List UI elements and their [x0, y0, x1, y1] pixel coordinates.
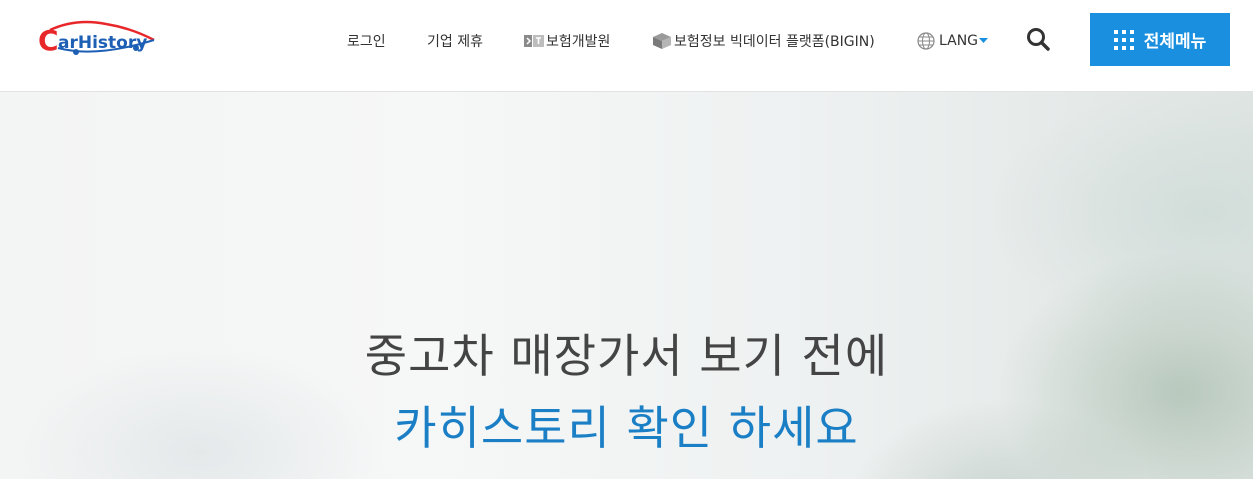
nav-partnership[interactable]: 기업 제휴 [427, 31, 483, 51]
carhistory-logo[interactable]: C arHistory [36, 18, 162, 62]
svg-text:arHistory: arHistory [58, 33, 147, 53]
bigin-icon [652, 32, 672, 50]
search-icon [1027, 28, 1050, 51]
caret-down-icon [979, 38, 989, 44]
nav-lang[interactable]: LANG [917, 31, 990, 51]
hero-banner: 중고차 매장가서 보기 전에 카히스토리 확인 하세요 [0, 92, 1253, 479]
nav-partnership-label: 기업 제휴 [427, 34, 483, 50]
nav-bigin-label: 보험정보 빅데이터 플랫폼(BIGIN) [674, 34, 875, 50]
search-button[interactable] [1024, 25, 1054, 55]
full-menu-button[interactable]: 전체메뉴 [1090, 13, 1230, 66]
nav-login-label: 로그인 [347, 34, 386, 50]
kidi-icon [524, 33, 544, 49]
globe-icon [917, 32, 935, 50]
nav-lang-label: LANG [939, 33, 979, 49]
nav-kidi-label: 보험개발원 [546, 34, 611, 50]
site-header: C arHistory 로그인 기업 제휴 보험개발원 보험정보 빅데이터 플랫… [0, 0, 1253, 92]
car-logo-icon: C arHistory [38, 20, 155, 57]
hero-subheadline: 카히스토리 확인 하세요 [394, 401, 859, 455]
full-menu-label: 전체메뉴 [1143, 32, 1207, 52]
svg-text:C: C [38, 24, 59, 57]
grid-menu-icon [1113, 29, 1134, 50]
nav-kidi[interactable]: 보험개발원 [524, 31, 610, 51]
nav-bigin[interactable]: 보험정보 빅데이터 플랫폼(BIGIN) [652, 31, 875, 51]
nav-login[interactable]: 로그인 [347, 31, 386, 51]
hero-headline: 중고차 매장가서 보기 전에 [364, 329, 889, 383]
